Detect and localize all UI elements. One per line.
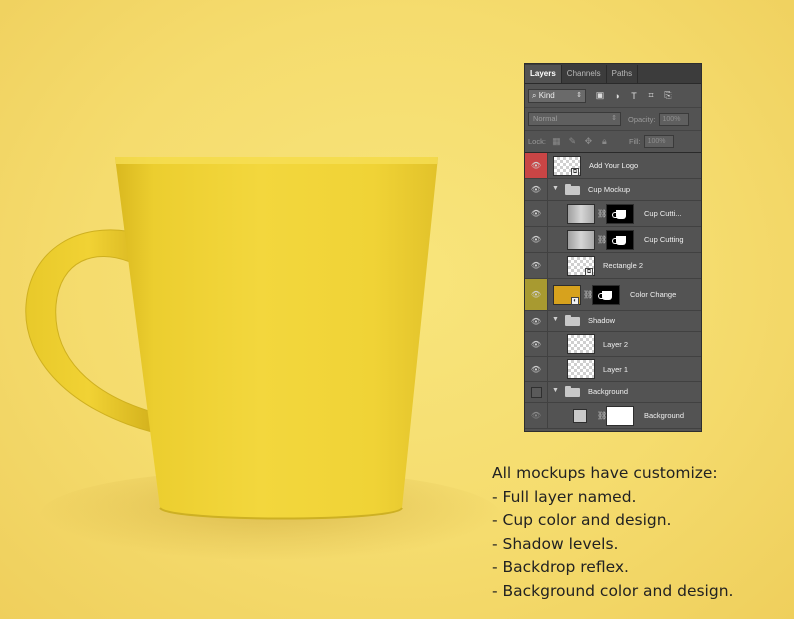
layer-group-row[interactable]: ▼ Background xyxy=(525,382,701,403)
layer-row[interactable]: 👁︎ ⧉ Rectangle 2 xyxy=(525,253,701,279)
panel-tabs: Layers Channels Paths xyxy=(525,64,701,84)
feature-item: - Full layer named. xyxy=(492,487,637,506)
layer-name: Background xyxy=(588,387,629,396)
layer-row[interactable]: 👁︎ Layer 2 xyxy=(525,332,701,357)
layer-group-row[interactable]: 👁︎ ▼ Cup Mockup xyxy=(525,179,701,201)
expand-arrow-icon[interactable]: ▼ xyxy=(552,316,559,323)
lock-brush-icon[interactable]: ✎ xyxy=(568,136,577,147)
updown-arrow-icon: ⇕ xyxy=(576,91,582,99)
type-filter-icon[interactable]: T xyxy=(629,91,639,101)
layer-group-row[interactable]: 👁︎ ▼ Shadow xyxy=(525,311,701,332)
mug-image xyxy=(0,0,500,619)
visibility-eye-icon[interactable]: 👁︎ xyxy=(525,153,548,178)
layer-name: Layer 2 xyxy=(603,340,629,349)
visibility-eye-icon[interactable]: 👁︎ xyxy=(525,311,548,331)
folder-icon xyxy=(565,386,580,397)
smart-object-filter-icon[interactable]: ⎘ xyxy=(663,90,673,101)
expand-arrow-icon[interactable]: ▼ xyxy=(552,185,559,192)
layer-row[interactable]: 👁︎ ⛓︎ Background xyxy=(525,403,701,429)
visibility-eye-icon[interactable]: 👁︎ xyxy=(525,253,548,278)
layer-mask-thumbnail xyxy=(592,285,620,305)
layer-name: Layer 1 xyxy=(603,365,629,374)
visibility-eye-icon[interactable]: 👁︎ xyxy=(525,201,548,226)
smart-object-badge-icon: ⧉ xyxy=(571,168,579,176)
layer-name: Background xyxy=(644,411,685,420)
blend-row: Normal ⇕ Opacity: 100% xyxy=(525,108,701,131)
features-list: All mockups have customize: - Full layer… xyxy=(492,462,792,603)
layer-name: Cup Cutti... xyxy=(644,209,682,218)
visibility-eye-icon[interactable]: 👁︎ xyxy=(525,357,548,381)
lock-label: Lock: xyxy=(528,137,546,146)
tab-channels[interactable]: Channels xyxy=(562,65,607,83)
lock-transparency-icon[interactable]: ▦ xyxy=(552,136,561,147)
layer-mask-thumbnail xyxy=(606,406,634,426)
layer-row[interactable]: 👁︎ Layer 1 xyxy=(525,357,701,382)
layer-row[interactable]: 👁︎ ◐ ⛓︎ Color Change xyxy=(525,279,701,311)
visibility-toggle-empty[interactable] xyxy=(525,382,548,402)
layer-thumbnail xyxy=(567,359,595,379)
layers-panel: Layers Channels Paths ⌕ Kind ⇕ ▣ ◑ T ⌗ ⎘… xyxy=(524,63,702,432)
adjustment-badge-icon: ◐ xyxy=(571,297,579,305)
layer-name: Color Change xyxy=(630,290,677,299)
adjustment-filter-icon[interactable]: ◑ xyxy=(612,91,622,101)
layer-thumbnail xyxy=(567,204,595,224)
feature-item: - Background color and design. xyxy=(492,581,734,600)
pixel-filter-icon[interactable]: ▣ xyxy=(595,90,605,101)
visibility-eye-icon[interactable]: 👁︎ xyxy=(525,403,548,428)
fill-label: Fill: xyxy=(628,137,641,146)
layer-name: Cup Cutting xyxy=(644,235,684,244)
filter-toolbar: ⌕ Kind ⇕ ▣ ◑ T ⌗ ⎘ xyxy=(525,84,701,108)
layer-list: 👁︎ ⧉ Add Your Logo 👁︎ ▼ Cup Mockup 👁︎ ⛓︎… xyxy=(525,153,701,429)
lock-row: Lock: ▦ ✎ ✥ 🔒︎ Fill: 100% xyxy=(525,131,701,153)
layer-row[interactable]: 👁︎ ⧉ Add Your Logo xyxy=(525,153,701,179)
blend-mode-value: Normal xyxy=(533,114,558,123)
layer-mask-thumbnail xyxy=(606,230,634,250)
layer-name: Shadow xyxy=(588,316,616,325)
tab-paths[interactable]: Paths xyxy=(607,65,639,83)
folder-icon xyxy=(565,184,580,195)
layer-thumbnail xyxy=(567,334,595,354)
folder-icon xyxy=(565,315,580,326)
layer-thumbnail xyxy=(567,230,595,250)
opacity-label: Opacity: xyxy=(628,114,656,124)
tab-layers[interactable]: Layers xyxy=(525,65,562,83)
visibility-eye-icon[interactable]: 👁︎ xyxy=(525,227,548,252)
visibility-eye-icon[interactable]: 👁︎ xyxy=(525,179,548,200)
feature-item: - Shadow levels. xyxy=(492,534,619,553)
layer-mask-thumbnail xyxy=(606,204,634,224)
layer-name: Cup Mockup xyxy=(588,185,631,194)
layer-name: Rectangle 2 xyxy=(603,261,644,270)
mug-body xyxy=(115,157,438,519)
layer-row[interactable]: 👁︎ ⛓︎ Cup Cutti... xyxy=(525,201,701,227)
filter-kind-label: Kind xyxy=(538,90,555,100)
fill-color-thumbnail xyxy=(573,409,587,423)
opacity-field[interactable]: 100% xyxy=(658,112,689,126)
updown-arrow-icon: ⇕ xyxy=(611,115,617,122)
search-icon: ⌕ xyxy=(532,90,537,100)
feature-item: - Backdrop reflex. xyxy=(492,558,629,576)
fill-field[interactable]: 100% xyxy=(643,135,674,148)
visibility-eye-icon[interactable]: 👁︎ xyxy=(525,279,548,310)
mug-illustration xyxy=(25,157,438,520)
features-heading: All mockups have customize: xyxy=(492,464,718,482)
blend-mode-select[interactable]: Normal ⇕ xyxy=(528,112,621,126)
smart-object-badge-icon: ⧉ xyxy=(585,268,593,276)
layer-row[interactable]: 👁︎ ⛓︎ Cup Cutting xyxy=(525,227,701,253)
lock-all-icon[interactable]: 🔒︎ xyxy=(600,136,609,147)
feature-item: - Cup color and design. xyxy=(492,511,672,529)
expand-arrow-icon[interactable]: ▼ xyxy=(552,387,559,394)
lock-move-icon[interactable]: ✥ xyxy=(584,136,593,147)
layer-name: Add Your Logo xyxy=(589,161,639,170)
visibility-eye-icon[interactable]: 👁︎ xyxy=(525,332,548,356)
shape-filter-icon[interactable]: ⌗ xyxy=(646,90,656,101)
filter-kind-select[interactable]: ⌕ Kind ⇕ xyxy=(528,88,586,103)
